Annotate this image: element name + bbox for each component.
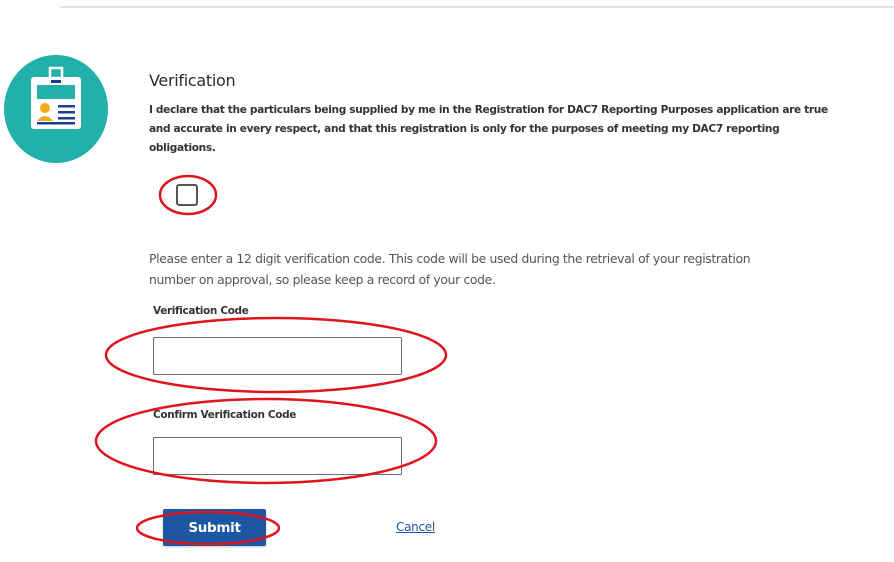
top-divider xyxy=(60,6,894,8)
confirm-verification-code-input[interactable] xyxy=(153,437,402,475)
cancel-link[interactable]: Cancel xyxy=(396,520,435,534)
verification-code-instructions: Please enter a 12 digit verification cod… xyxy=(149,251,751,287)
verification-code-input[interactable] xyxy=(153,337,402,375)
verification-badge xyxy=(4,55,108,163)
verification-heading: Verification xyxy=(149,71,236,90)
verification-code-label: Verification Code xyxy=(153,305,249,317)
id-badge-icon xyxy=(31,66,81,129)
confirm-verification-code-label: Confirm Verification Code xyxy=(153,409,297,421)
submit-button[interactable]: Submit xyxy=(163,509,266,546)
declaration-text: I declare that the particulars being sup… xyxy=(149,104,828,154)
declaration-checkbox[interactable] xyxy=(176,184,198,206)
